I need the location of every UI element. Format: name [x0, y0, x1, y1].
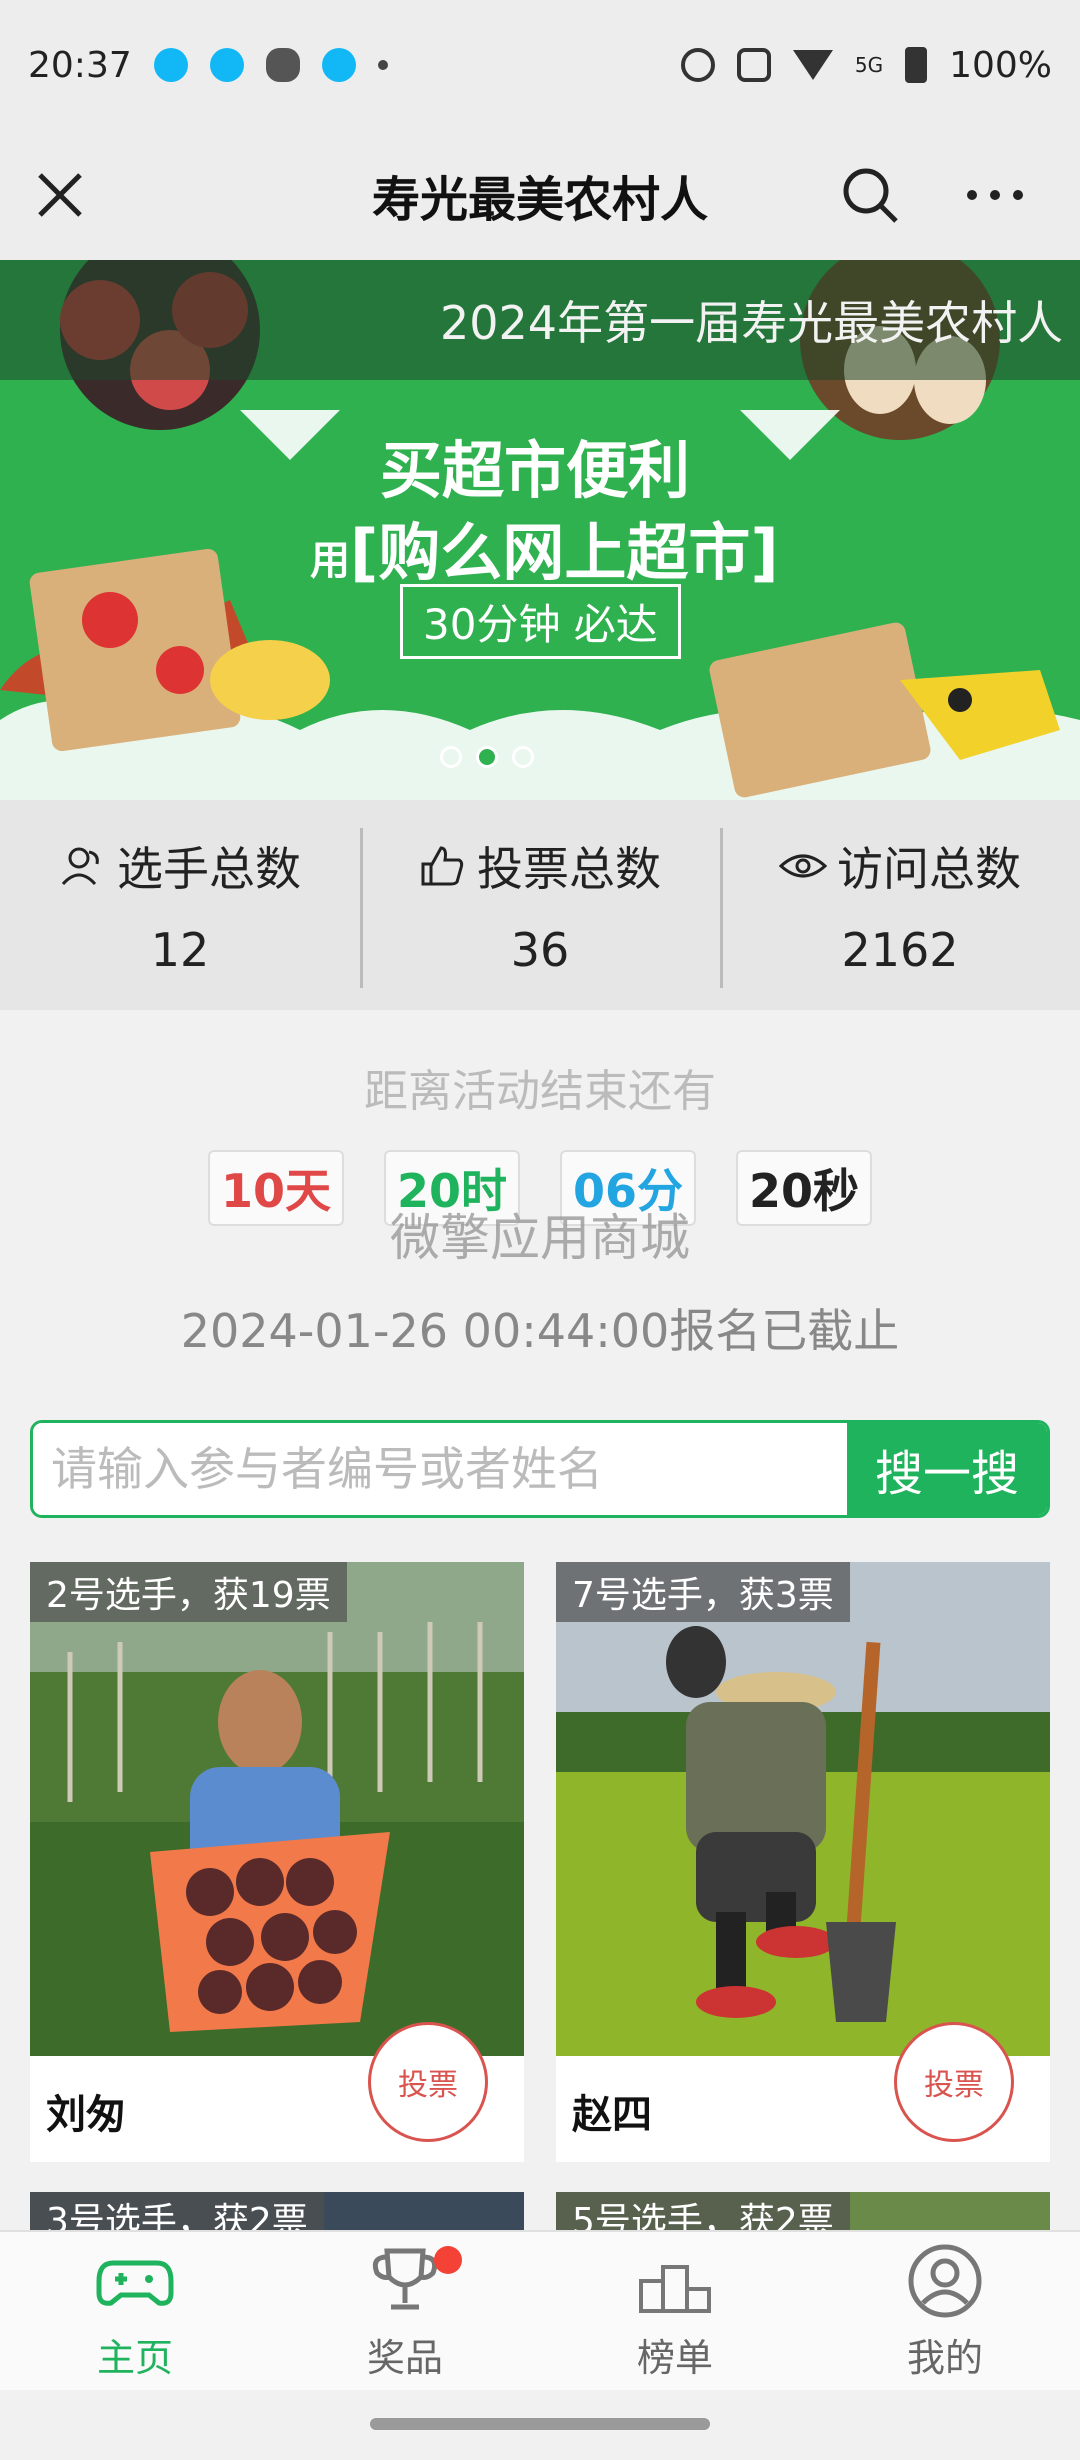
nfc-icon — [736, 48, 771, 82]
user-icon — [908, 2244, 982, 2317]
trophy-icon — [372, 2248, 438, 2309]
wifi-icon — [792, 50, 833, 80]
vote-button[interactable]: 投票 — [368, 2022, 488, 2142]
contestant-badge: 3号选手，获2票 — [30, 2192, 324, 2232]
nav-profile[interactable]: 我的 — [810, 2232, 1080, 2390]
banner-sub-prefix: 用 — [310, 538, 350, 584]
gamepad-icon — [96, 2260, 174, 2306]
nav-ranking[interactable]: 榜单 — [540, 2232, 810, 2390]
status-bar: 20:37 5G 100% — [0, 0, 1080, 130]
contestant-badge: 2号选手，获19票 — [30, 1562, 347, 1622]
banner-marquee: 2024年第一届寿光最美农村人 — [0, 260, 1080, 380]
title-bar: 寿光最美农村人 — [0, 130, 1080, 260]
alarm-icon — [680, 48, 715, 82]
banner-subheadline: 用[购么网上超市] — [310, 502, 779, 592]
network-type: 5G — [854, 53, 884, 77]
users-icon — [61, 847, 99, 886]
nav-home[interactable]: 主页 — [0, 2232, 270, 2390]
wechat-notification-icon — [265, 48, 300, 82]
contestant-name: 刘匆 — [46, 2092, 126, 2138]
notification-badge — [434, 2246, 462, 2274]
nav-label: 主页 — [96, 2335, 173, 2380]
home-indicator[interactable] — [370, 2418, 710, 2430]
countdown-title: 距离活动结束还有 — [364, 1066, 716, 1117]
nav-prizes[interactable]: 奖品 — [270, 2232, 540, 2390]
stat-label: 选手总数 — [117, 842, 301, 896]
nav-label: 我的 — [906, 2335, 983, 2380]
contestant-card[interactable]: 2号选手，获19票 刘匆 投票 — [30, 1562, 524, 2162]
banner-delivery-tag: 30分钟 必达 — [400, 584, 681, 659]
close-icon[interactable] — [30, 165, 90, 225]
contestant-search: 搜一搜 — [30, 1420, 1050, 1518]
contestant-card[interactable]: 5号选手，获2票 — [556, 2192, 1050, 2232]
countdown-section: 距离活动结束还有 10天 20时 06分 20秒 微擎应用商城 2024-01-… — [0, 1010, 1080, 1390]
more-notifications-icon — [377, 60, 388, 70]
contestant-badge: 7号选手，获3票 — [556, 1562, 850, 1622]
stat-value: 12 — [150, 923, 210, 977]
nav-label: 奖品 — [366, 2335, 443, 2380]
carousel-dot-active[interactable] — [476, 746, 498, 768]
promo-banner[interactable]: 2024年第一届寿光最美农村人 买超市便利 用[购么网上超市] 30分钟 必达 — [0, 260, 1080, 800]
stats-panel: 选手总数 12 投票总数 36 访问总数 2162 — [0, 800, 1080, 1010]
battery-percent: 100% — [949, 44, 1052, 86]
stat-contestants: 选手总数 12 — [0, 800, 360, 1010]
qq-notification-icon — [153, 48, 188, 82]
contestant-photo — [556, 1562, 1050, 2056]
search-icon[interactable] — [840, 165, 900, 225]
bottom-navigation: 主页 奖品 榜单 我的 — [0, 2230, 1080, 2390]
clock: 20:37 — [28, 44, 132, 86]
contestant-card[interactable]: 3号选手，获2票 — [30, 2192, 524, 2232]
more-icon[interactable] — [960, 165, 1030, 225]
contestant-name: 赵四 — [572, 2092, 652, 2138]
stat-visits: 访问总数 2162 — [720, 800, 1080, 1010]
qq-notification-icon — [321, 48, 356, 82]
contestant-photo — [30, 1562, 524, 2056]
watermark: 微擎应用商城 — [390, 1209, 690, 1267]
nav-label: 榜单 — [636, 2335, 713, 2380]
search-button[interactable]: 搜一搜 — [847, 1423, 1047, 1515]
qq-notification-icon — [209, 48, 244, 82]
vote-button[interactable]: 投票 — [894, 2022, 1014, 2142]
podium-icon — [639, 2264, 711, 2313]
contestant-badge: 5号选手，获2票 — [556, 2192, 850, 2232]
banner-headline: 买超市便利 — [380, 434, 691, 507]
stat-label: 访问总数 — [837, 842, 1021, 896]
banner-sub-text: [购么网上超市] — [350, 516, 779, 589]
eye-icon — [779, 854, 827, 878]
stat-label: 投票总数 — [477, 842, 661, 896]
carousel-indicator[interactable] — [440, 746, 534, 768]
stat-value: 36 — [510, 923, 570, 977]
page-title: 寿光最美农村人 — [371, 172, 708, 228]
battery-icon — [905, 47, 928, 83]
search-input[interactable] — [33, 1423, 847, 1515]
carousel-dot[interactable] — [512, 746, 534, 768]
registration-deadline: 2024-01-26 00:44:00报名已截止 — [180, 1304, 900, 1358]
contestant-card[interactable]: 7号选手，获3票 赵四 投票 — [556, 1562, 1050, 2162]
stat-votes: 投票总数 36 — [360, 800, 720, 1010]
thumbs-up-icon — [421, 846, 464, 886]
stat-value: 2162 — [841, 923, 959, 977]
carousel-dot[interactable] — [440, 746, 462, 768]
